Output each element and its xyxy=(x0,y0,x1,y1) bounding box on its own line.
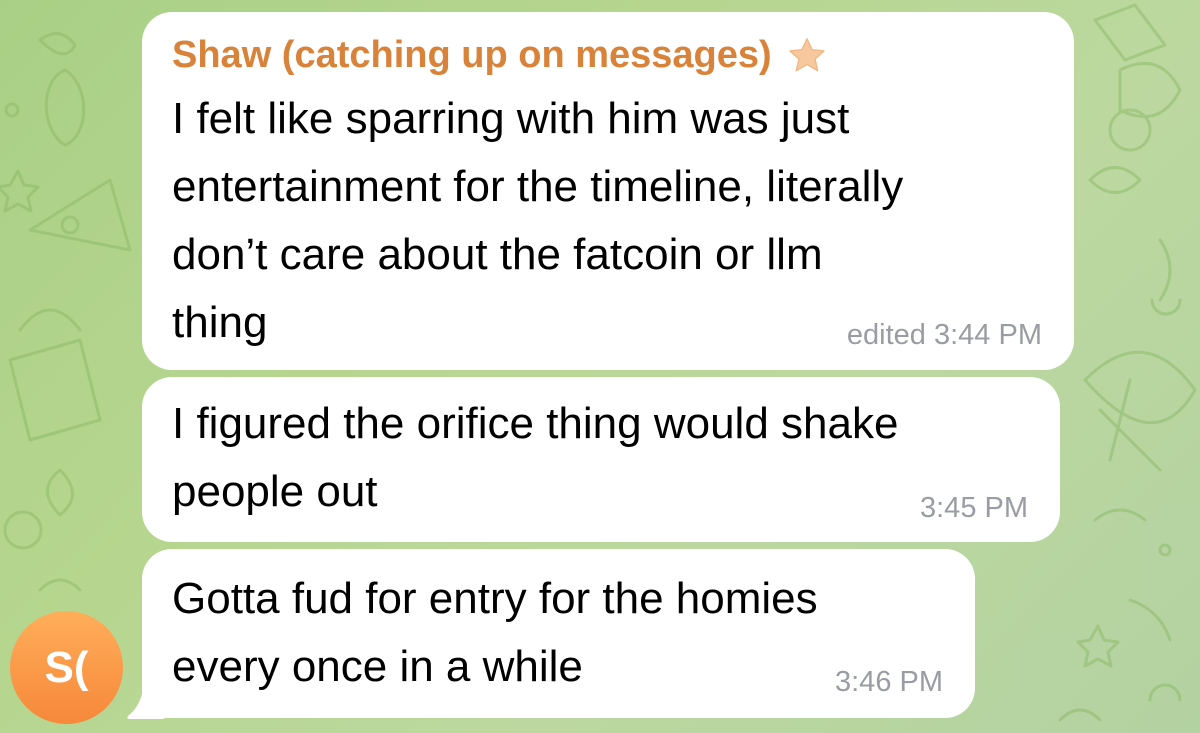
message-timestamp: 3:45 PM xyxy=(920,492,1028,524)
star-icon xyxy=(789,37,825,71)
avatar[interactable]: S( xyxy=(10,611,123,724)
message-line: I felt like sparring with him was just xyxy=(172,94,850,143)
message-line: people out xyxy=(172,467,378,516)
message-line: Gotta fud for entry for the homies xyxy=(172,574,818,623)
message-line: don’t care about the fatcoin or llm xyxy=(172,230,823,279)
message-bubble[interactable]: Shaw (catching up on messages) I felt li… xyxy=(142,12,1074,370)
avatar-initials: S( xyxy=(44,642,89,692)
message-bubble[interactable]: Gotta fud for entry for the homies every… xyxy=(142,549,975,718)
message-line: I figured the orifice thing would shake xyxy=(172,399,899,448)
message-timestamp: 3:46 PM xyxy=(835,666,943,698)
message-text: I felt like sparring with him was just e… xyxy=(172,85,903,357)
message-bubble[interactable]: I figured the orifice thing would shake … xyxy=(142,377,1060,542)
sender-name[interactable]: Shaw (catching up on messages) xyxy=(172,34,828,77)
message-line: entertainment for the timeline, literall… xyxy=(172,162,904,211)
message-line: every once in a while xyxy=(172,642,583,691)
message-line: thing xyxy=(172,298,268,347)
message-timestamp: edited 3:44 PM xyxy=(846,319,1042,351)
message-text: Gotta fud for entry for the homies every… xyxy=(172,565,818,701)
message-text: I figured the orifice thing would shake … xyxy=(172,390,898,526)
sender-name-label: Shaw (catching up on messages) xyxy=(172,34,772,76)
